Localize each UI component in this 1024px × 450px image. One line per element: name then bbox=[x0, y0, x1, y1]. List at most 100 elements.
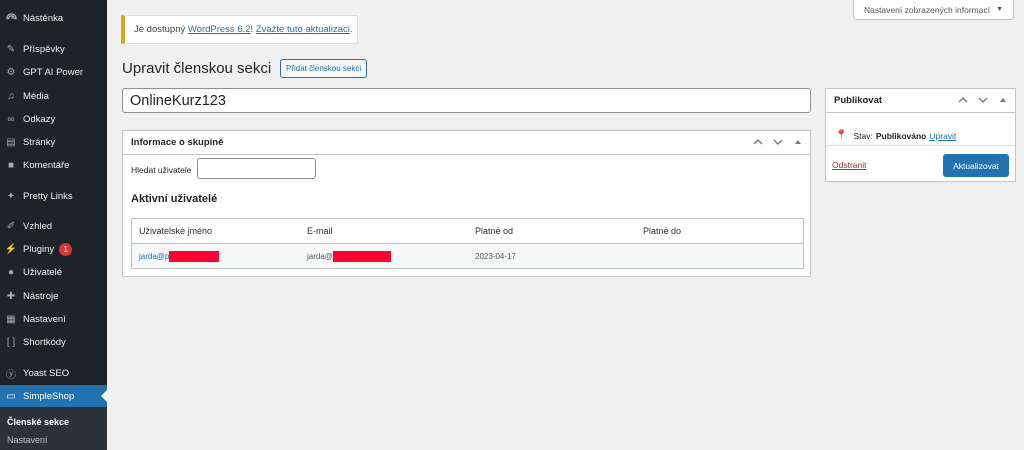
yoast-icon: ⓨ bbox=[6, 369, 16, 381]
sidebar-item-pages[interactable]: ▤ Stránky bbox=[0, 131, 107, 153]
sidebar-item-label: SimpleShop bbox=[23, 390, 75, 402]
sidebar-item-posts[interactable]: ✎ Příspěvky bbox=[0, 38, 107, 60]
sidebar-item-label: Pretty Links bbox=[23, 190, 73, 202]
sidebar-item-settings[interactable]: ▦ Nastavení bbox=[0, 308, 107, 330]
username-cell[interactable]: jarda@p bbox=[139, 244, 220, 268]
sidebar-item-dashboard[interactable]: Nástěnka bbox=[0, 7, 107, 29]
dashboard-icon bbox=[4, 11, 18, 25]
submenu-item-settings[interactable]: Nastavení bbox=[7, 435, 48, 445]
column-header-username: Uživatelské jméno bbox=[139, 226, 213, 236]
notice-prefix: Je dostupný bbox=[134, 24, 186, 35]
page-title: Upravit členskou sekci bbox=[122, 60, 272, 77]
sidebar-item-tools[interactable]: ✚ Nástroje bbox=[0, 285, 107, 307]
sidebar-item-label: Stránky bbox=[23, 136, 56, 148]
publish-box: Publikovat 📍 Stav: Publikováno Upravit O… bbox=[825, 88, 1016, 182]
move-down-icon[interactable] bbox=[772, 136, 784, 151]
publish-header: Publikovat bbox=[826, 89, 1015, 113]
post-title-input[interactable]: OnlineKurz123 bbox=[122, 88, 811, 113]
sidebar-item-label: Pluginy bbox=[23, 243, 55, 255]
column-header-valid-to: Platné do bbox=[643, 226, 682, 236]
wrench-icon: ✚ bbox=[6, 290, 16, 302]
status-label: Stav: bbox=[853, 130, 873, 141]
publish-title: Publikovat bbox=[834, 95, 883, 106]
sidebar-item-label: Yoast SEO bbox=[23, 367, 70, 379]
brackets-icon: [ ] bbox=[6, 336, 16, 348]
toggle-panel-icon[interactable] bbox=[792, 136, 804, 151]
notice-middle: ! bbox=[250, 24, 254, 35]
sidebar-item-label: Nastavení bbox=[23, 313, 66, 325]
notice-suffix: . bbox=[349, 24, 353, 35]
move-down-icon[interactable] bbox=[977, 94, 989, 109]
sidebar-item-label: Uživatelé bbox=[23, 266, 63, 278]
sidebar-item-label: Nástěnka bbox=[23, 12, 64, 24]
sidebar-item-shortcodes[interactable]: [ ] Shortkódy bbox=[0, 331, 107, 353]
gear-icon: ⚙ bbox=[6, 66, 16, 78]
sidebar-item-label: Komentáře bbox=[23, 159, 70, 171]
wordpress-version-link[interactable]: WordPress 6.2 bbox=[188, 24, 251, 35]
publish-status: 📍 Stav: Publikováno Upravit bbox=[835, 130, 956, 141]
pin-icon: 📍 bbox=[835, 130, 848, 141]
move-up-icon[interactable] bbox=[957, 94, 969, 109]
delete-link[interactable]: Odstranit bbox=[832, 160, 867, 170]
admin-sidebar: Nástěnka ✎ Příspěvky ⚙ GPT AI Power ♫ Mé… bbox=[0, 0, 107, 450]
update-notice: Je dostupný WordPress 6.2! Zvažte tuto a… bbox=[121, 15, 358, 44]
sidebar-item-links[interactable]: ∞ Odkazy bbox=[0, 108, 107, 130]
table-row: jarda@p jarda@ 2023-04-17 bbox=[132, 244, 803, 268]
sidebar-item-label: Vzhled bbox=[23, 220, 53, 232]
sidebar-item-yoast-seo[interactable]: ⓨ Yoast SEO bbox=[0, 362, 107, 384]
link-icon: ∞ bbox=[7, 113, 15, 125]
column-header-valid-from: Platné od bbox=[475, 226, 514, 236]
pin-icon: ✎ bbox=[6, 43, 16, 55]
plugin-icon: ⚡ bbox=[4, 243, 18, 255]
toggle-panel-icon[interactable] bbox=[997, 94, 1009, 109]
update-now-link[interactable]: Zvažte tuto aktualizaci bbox=[256, 24, 350, 35]
email-cell: jarda@ bbox=[307, 244, 391, 268]
search-users-label: Hledat uživatele bbox=[131, 165, 192, 175]
media-icon: ♫ bbox=[7, 90, 15, 102]
sidebar-item-gpt-ai-power[interactable]: ⚙ GPT AI Power bbox=[0, 61, 107, 83]
group-info-title: Informace o skupině bbox=[131, 137, 224, 148]
active-indicator-arrow bbox=[101, 390, 107, 402]
sidebar-item-simpleshop[interactable]: ▭ SimpleShop bbox=[0, 385, 107, 407]
sidebar-item-pretty-links[interactable]: ✦ Pretty Links bbox=[0, 185, 107, 207]
sidebar-item-label: Příspěvky bbox=[23, 43, 65, 55]
active-users-heading: Aktivní uživatelé bbox=[131, 193, 218, 205]
sidebar-item-label: Nástroje bbox=[23, 290, 59, 302]
shop-icon: ▭ bbox=[6, 390, 16, 402]
search-users-input[interactable] bbox=[197, 158, 316, 179]
user-icon: ● bbox=[7, 266, 15, 278]
sidebar-item-label: Odkazy bbox=[23, 113, 56, 125]
submenu-item-member-sections[interactable]: Členské sekce bbox=[7, 417, 69, 427]
username-link[interactable]: jarda@p bbox=[139, 252, 169, 261]
sidebar-item-appearance[interactable]: ✐ Vzhled bbox=[0, 215, 107, 237]
valid-from-cell: 2023-04-17 bbox=[475, 251, 516, 261]
sidebar-item-label: Shortkódy bbox=[23, 336, 66, 348]
column-header-email: E-mail bbox=[307, 226, 333, 236]
redaction-box bbox=[169, 250, 220, 262]
move-up-icon[interactable] bbox=[752, 136, 764, 151]
divider bbox=[826, 145, 1015, 146]
screen-options-label: Nastavení zobrazených informací bbox=[863, 4, 991, 15]
sidebar-item-label: Média bbox=[23, 90, 49, 102]
group-info-header: Informace o skupině bbox=[123, 131, 810, 155]
email-text: jarda@ bbox=[307, 251, 333, 261]
brush-icon: ✐ bbox=[6, 220, 16, 232]
table-header-row: Uživatelské jméno E-mail Platné od Platn… bbox=[132, 219, 803, 244]
comment-icon: ■ bbox=[7, 159, 15, 171]
redaction-box bbox=[332, 250, 391, 262]
edit-status-link[interactable]: Upravit bbox=[929, 131, 956, 141]
simpleshop-submenu: Členské sekce Nastavení bbox=[0, 407, 107, 450]
add-member-section-button[interactable]: Přidat členskou sekci bbox=[280, 59, 368, 78]
screen-options-button[interactable]: Nastavení zobrazených informací ▼ bbox=[853, 0, 1014, 20]
active-users-table: Uživatelské jméno E-mail Platné od Platn… bbox=[131, 218, 804, 269]
star-icon: ✦ bbox=[6, 190, 16, 202]
sidebar-item-users[interactable]: ● Uživatelé bbox=[0, 261, 107, 283]
status-value: Publikováno bbox=[875, 130, 927, 141]
sidebar-item-media[interactable]: ♫ Média bbox=[0, 85, 107, 107]
sidebar-item-plugins[interactable]: ⚡ Pluginy 1 bbox=[0, 238, 107, 260]
update-button[interactable]: Aktualizovat bbox=[943, 154, 1009, 177]
sidebar-item-comments[interactable]: ■ Komentáře bbox=[0, 154, 107, 176]
pages-icon: ▤ bbox=[6, 136, 16, 148]
caret-down-icon: ▼ bbox=[996, 6, 1004, 13]
update-count-badge: 1 bbox=[59, 242, 73, 256]
